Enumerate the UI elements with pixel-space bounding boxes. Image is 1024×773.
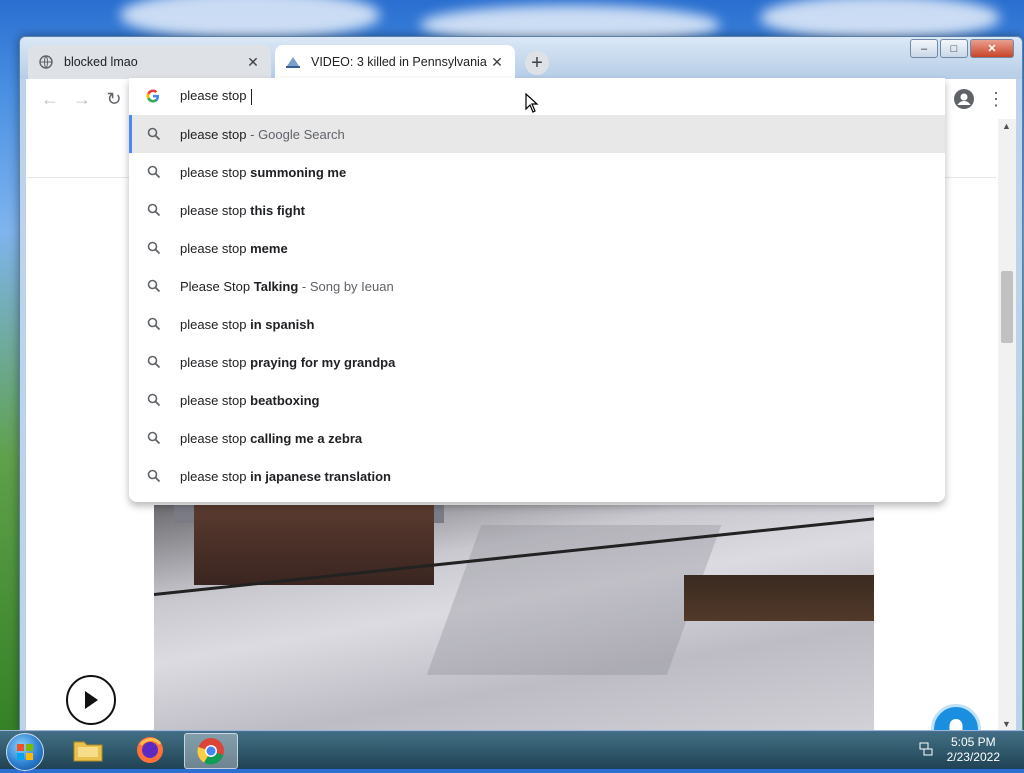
search-icon xyxy=(147,355,161,369)
suggestion-text: please stop beatboxing xyxy=(180,392,320,408)
video-scene-house xyxy=(194,505,434,585)
suggestion-text: please stop in spanish xyxy=(180,316,315,332)
suggestion-item[interactable]: please stop in japanese translation xyxy=(129,457,945,495)
close-icon[interactable]: ✕ xyxy=(489,54,505,70)
suggestion-text: please stop - Google Search xyxy=(180,126,345,142)
maximize-button[interactable]: □ xyxy=(940,39,968,58)
search-query: please stop xyxy=(180,88,247,103)
suggestion-item[interactable]: Please Stop Talking - Song by Ieuan xyxy=(129,267,945,305)
close-icon[interactable]: ✕ xyxy=(245,54,261,70)
text-caret xyxy=(250,88,252,105)
tab-title: blocked lmao xyxy=(64,55,138,69)
taskbar-firefox[interactable] xyxy=(124,733,176,767)
suggestion-item[interactable]: please stop - Google Search xyxy=(129,115,945,153)
suggestion-text: please stop calling me a zebra xyxy=(180,430,363,446)
start-button[interactable] xyxy=(6,733,44,771)
minimize-button[interactable]: ‒ xyxy=(910,39,938,58)
menu-button[interactable]: ⋮ xyxy=(984,87,1008,111)
video-scene-driveway xyxy=(426,525,722,675)
search-icon xyxy=(147,165,161,179)
windows-logo-icon xyxy=(17,744,33,760)
search-icon xyxy=(147,127,161,141)
suggestion-item[interactable]: please stop beatboxing xyxy=(129,381,945,419)
plus-icon: + xyxy=(531,51,543,74)
scroll-down-icon[interactable]: ▼ xyxy=(1002,719,1011,729)
bell-icon xyxy=(949,719,963,731)
profile-button[interactable] xyxy=(952,87,976,111)
close-window-button[interactable]: ✕ xyxy=(970,39,1014,58)
video-scene-fence xyxy=(684,575,874,621)
tab-video-news[interactable]: VIDEO: 3 killed in Pennsylvania s ✕ xyxy=(275,45,515,79)
scroll-up-icon[interactable]: ▲ xyxy=(1002,121,1011,131)
back-button[interactable]: ← xyxy=(38,87,62,111)
suggestion-text: please stop praying for my grandpa xyxy=(180,354,396,370)
arrow-left-icon: ← xyxy=(41,88,59,109)
play-icon xyxy=(85,691,98,709)
chrome-icon xyxy=(197,738,224,765)
tab-title: VIDEO: 3 killed in Pennsylvania s xyxy=(311,55,489,69)
reload-icon: ↻ xyxy=(106,88,122,109)
google-g-icon xyxy=(146,89,159,103)
search-icon xyxy=(147,317,161,331)
suggestion-item[interactable]: please stop praying for my grandpa xyxy=(129,343,945,381)
suggestion-text: please stop this fight xyxy=(180,202,306,218)
omnibox-dropdown: please stop please stop - Google Search … xyxy=(129,78,945,502)
search-icon xyxy=(147,203,161,217)
suggestion-text: please stop meme xyxy=(180,240,288,256)
video-player[interactable] xyxy=(154,505,874,731)
clock-time: 5:05 PM xyxy=(950,735,996,749)
page-scrollbar[interactable]: ▲ ▼ xyxy=(998,119,1016,731)
firefox-icon xyxy=(137,737,163,763)
news-favicon-icon xyxy=(285,54,301,70)
search-icon xyxy=(147,431,161,445)
clock-date: 2/23/2022 xyxy=(946,750,1000,764)
system-clock[interactable]: 5:05 PM 2/23/2022 xyxy=(947,735,1000,765)
suggestion-text: please stop summoning me xyxy=(180,164,347,180)
search-icon xyxy=(147,241,161,255)
mouse-cursor-icon xyxy=(525,93,539,113)
network-tray[interactable] xyxy=(918,741,934,760)
suggestion-item[interactable]: please stop in spanish xyxy=(129,305,945,343)
kebab-menu-icon: ⋮ xyxy=(987,88,1005,109)
taskbar-chrome[interactable] xyxy=(184,733,238,769)
arrow-right-icon: → xyxy=(73,88,91,109)
tab-blocked[interactable]: blocked lmao ✕ xyxy=(28,45,271,79)
suggestion-item[interactable]: please stop meme xyxy=(129,229,945,267)
globe-icon xyxy=(38,54,54,70)
suggestion-text: please stop in japanese translation xyxy=(180,468,391,484)
search-icon xyxy=(147,393,161,407)
scrollbar-thumb[interactable] xyxy=(1001,271,1013,343)
search-icon xyxy=(147,469,161,483)
reload-button[interactable]: ↻ xyxy=(102,87,126,111)
search-input[interactable]: please stop xyxy=(180,88,252,105)
search-icon xyxy=(147,279,161,293)
network-icon xyxy=(919,742,933,756)
profile-icon xyxy=(954,89,974,109)
suggestion-item[interactable]: please stop summoning me xyxy=(129,153,945,191)
suggestion-text: Please Stop Talking - Song by Ieuan xyxy=(180,278,394,294)
window-controls: ‒ □ ✕ xyxy=(910,39,1014,58)
suggestion-item[interactable]: please stop this fight xyxy=(129,191,945,229)
taskbar-explorer[interactable] xyxy=(62,733,114,767)
taskbar: 5:05 PM 2/23/2022 xyxy=(0,730,1024,771)
new-tab-button[interactable]: + xyxy=(525,51,549,75)
forward-button[interactable]: → xyxy=(70,87,94,111)
suggestion-list: please stop - Google Search please stop … xyxy=(129,115,945,495)
notification-button[interactable] xyxy=(931,704,981,731)
file-explorer-icon xyxy=(73,741,103,762)
play-button[interactable] xyxy=(66,675,116,725)
suggestion-item[interactable]: please stop calling me a zebra xyxy=(129,419,945,457)
